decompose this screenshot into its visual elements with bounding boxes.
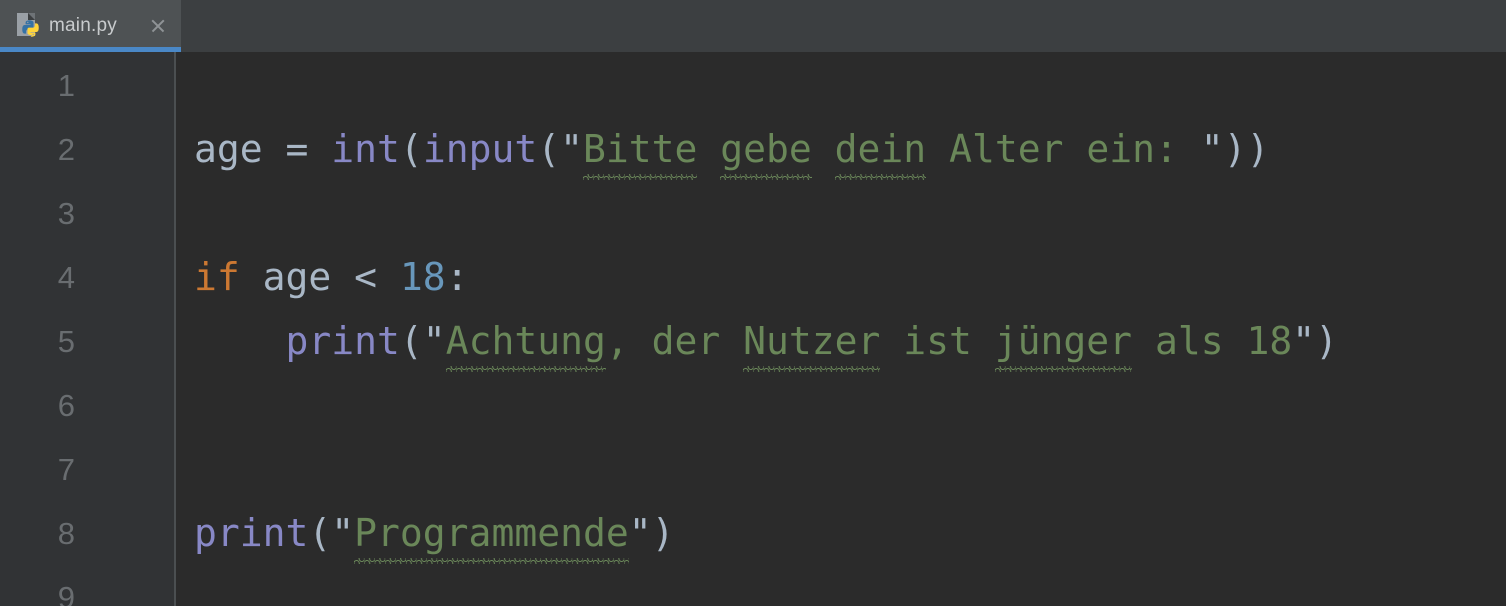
token-typo-word: gebe <box>720 127 812 171</box>
code-line-2: age = int(input("Bitte gebe dein Alter e… <box>194 130 1269 168</box>
token-typo-word: jünger <box>994 319 1133 363</box>
ide-window: main.py 1 2 3 4 5 6 7 8 9 age = int(inpu… <box>0 0 1506 606</box>
code-editor[interactable]: 1 2 3 4 5 6 7 8 9 age = int(input("Bitte… <box>0 52 1506 606</box>
line-number: 4 <box>57 260 75 295</box>
python-logo-icon <box>22 20 39 37</box>
token-string: Alter ein: <box>926 127 1201 171</box>
line-number: 7 <box>57 452 75 487</box>
token-paren: ( <box>537 127 561 171</box>
token-paren: ) <box>651 511 675 555</box>
code-line-5: print("Achtung, der Nutzer ist jünger al… <box>194 319 1339 363</box>
line-number: 9 <box>57 580 75 606</box>
token-int-call: int <box>331 127 400 171</box>
line-number: 5 <box>57 324 75 359</box>
editor-tab-bar: main.py <box>0 0 1506 52</box>
line-number: 3 <box>57 196 75 231</box>
code-content[interactable]: age = int(input("Bitte gebe dein Alter e… <box>176 52 1506 606</box>
token-paren: ( <box>399 319 423 363</box>
token-variable: age <box>239 255 355 299</box>
python-file-icon <box>16 13 40 39</box>
token-keyword-if: if <box>194 255 240 299</box>
token-paren: ( <box>399 127 423 171</box>
token-paren: )) <box>1223 127 1270 171</box>
line-number: 2 <box>57 132 75 167</box>
token-string: , der <box>605 319 744 363</box>
token-string <box>697 127 720 171</box>
token-variable: age <box>194 127 263 171</box>
token-typo-word: dein <box>834 127 927 171</box>
token-string: als 18 <box>1132 319 1293 363</box>
token-assign: = <box>262 127 332 171</box>
token-quote: " <box>422 319 446 363</box>
code-line-8: print("Programmende") <box>194 514 675 552</box>
token-print-call: print <box>194 511 309 555</box>
token-string <box>812 127 835 171</box>
close-icon[interactable] <box>149 17 167 35</box>
token-typo-word: Achtung <box>445 319 606 363</box>
token-number: 18 <box>399 255 446 299</box>
token-operator: < <box>354 255 400 299</box>
token-string: ist <box>880 319 995 363</box>
code-line-4: if age < 18: <box>194 258 469 296</box>
token-quote: " <box>628 511 652 555</box>
token-quote: " <box>1200 127 1224 171</box>
token-typo-word: Bitte <box>582 127 698 171</box>
token-colon: : <box>445 255 469 299</box>
token-quote: " <box>1292 319 1316 363</box>
line-number-gutter: 1 2 3 4 5 6 7 8 9 <box>0 52 174 606</box>
token-print-call: print <box>285 319 400 363</box>
tab-label: main.py <box>49 15 117 36</box>
token-quote: " <box>331 511 355 555</box>
token-typo-word: Programmende <box>354 511 629 555</box>
token-quote: " <box>560 127 583 171</box>
token-typo-word: Nutzer <box>743 319 881 363</box>
line-number: 1 <box>57 68 75 103</box>
line-number: 6 <box>57 388 75 423</box>
token-input-call: input <box>422 127 538 171</box>
token-paren: ( <box>308 511 332 555</box>
line-number: 8 <box>57 516 75 551</box>
token-paren: ) <box>1315 319 1339 363</box>
tab-main-py[interactable]: main.py <box>0 0 181 52</box>
